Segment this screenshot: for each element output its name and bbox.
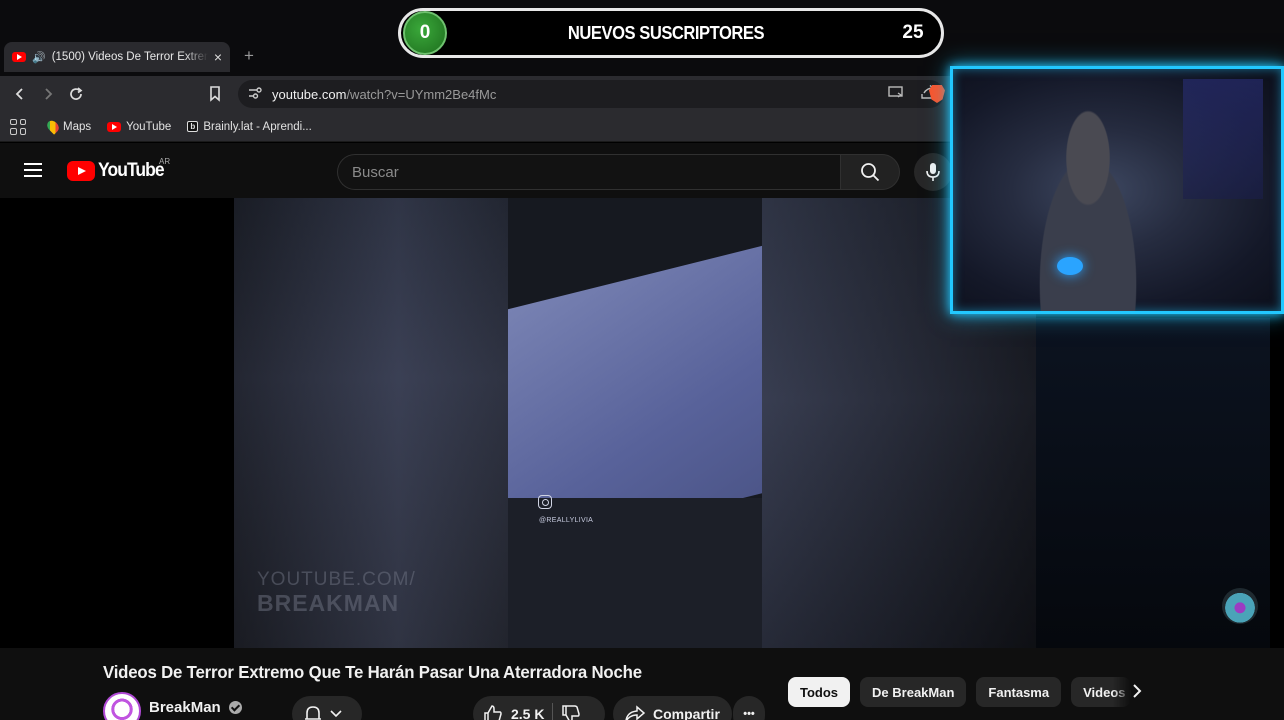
bookmark-brainly[interactable]: b Brainly.lat - Aprendi... <box>187 120 312 133</box>
url-host: youtube.com <box>272 86 347 102</box>
voice-search-button[interactable] <box>914 153 952 191</box>
search-input[interactable] <box>352 163 840 181</box>
brainly-icon: b <box>187 121 199 132</box>
more-actions-button[interactable]: ••• <box>733 696 765 720</box>
youtube-wordmark: YouTube <box>98 160 165 181</box>
video-details: Videos De Terror Extremo Que Te Harán Pa… <box>0 648 1284 720</box>
channel-branding-icon[interactable] <box>1222 588 1258 624</box>
url-path: /watch?v=UYmm2Be4fMc <box>346 86 497 102</box>
subscriber-goal-label: NUEVOS SUSCRIPTORES <box>567 22 765 43</box>
watermark-line2: BREAKMAN <box>257 589 400 616</box>
address-bar[interactable]: youtube.com/watch?v=UYmm2Be4fMc <box>238 80 944 108</box>
tab-title: (1500) Videos De Terror Extremo Que Te H… <box>51 51 208 63</box>
like-count[interactable]: 2.5 K <box>511 706 544 720</box>
maps-icon <box>44 118 62 135</box>
chip-fantasma[interactable]: Fantasma <box>976 677 1062 707</box>
audio-playing-icon[interactable]: 🔊 <box>32 51 46 64</box>
channel-avatar[interactable] <box>103 692 141 720</box>
microphone-icon <box>926 163 940 181</box>
thumbs-down-icon[interactable] <box>561 704 581 720</box>
youtube-favicon-icon <box>12 52 26 62</box>
like-dislike-group: 2.5 K <box>473 696 605 720</box>
search-box <box>337 154 840 190</box>
streamer-silhouette <box>1013 89 1163 311</box>
forward-arrow-icon[interactable] <box>37 83 59 105</box>
chip-todos[interactable]: Todos <box>788 677 851 707</box>
bookmark-maps[interactable]: Maps <box>44 118 92 135</box>
share-arrow-icon <box>625 705 645 720</box>
site-info-icon[interactable] <box>248 86 262 102</box>
youtube-logo[interactable]: YouTube AR <box>67 157 171 182</box>
search-button[interactable] <box>840 154 900 190</box>
tab-close-icon[interactable]: × <box>214 49 222 65</box>
video-frame <box>508 198 762 648</box>
more-dots-icon: ••• <box>743 708 755 720</box>
verified-badge-icon <box>228 700 242 714</box>
bookmark-youtube[interactable]: YouTube <box>107 121 171 133</box>
country-code: AR <box>159 157 171 166</box>
menu-icon[interactable] <box>24 163 42 177</box>
related-filter-chips: Todos De BreakMan Fantasma Videos re <box>788 677 1132 707</box>
channel-watermark-text: YOUTUBE.COM/ BREAKMAN <box>257 569 416 616</box>
chip-de-breakman[interactable]: De BreakMan <box>860 677 967 707</box>
instagram-handle: @REALLYLIVIA <box>539 517 594 524</box>
apps-grid-icon[interactable] <box>10 118 26 135</box>
video-title: Videos De Terror Extremo Que Te Harán Pa… <box>103 662 642 682</box>
bookmark-label: YouTube <box>126 120 172 133</box>
youtube-icon <box>107 121 122 132</box>
reload-icon[interactable] <box>65 83 87 105</box>
browser-tab-active[interactable]: 🔊 (1500) Videos De Terror Extremo Que Te… <box>4 42 230 72</box>
chevron-down-icon <box>330 710 342 718</box>
cast-icon[interactable] <box>888 85 904 102</box>
watermark-line1: YOUTUBE.COM/ <box>257 569 416 590</box>
subscriber-goal-target: 25 <box>902 22 924 43</box>
chip-videos[interactable]: Videos re <box>1071 677 1132 707</box>
notification-bell-button[interactable] <box>292 696 362 720</box>
channel-name[interactable]: BreakMan <box>149 699 221 716</box>
bell-icon <box>305 706 321 720</box>
new-tab-button[interactable]: + <box>244 46 254 66</box>
instagram-icon <box>538 495 552 509</box>
back-arrow-icon[interactable] <box>9 83 31 105</box>
search-icon <box>861 163 880 182</box>
chevron-right-icon[interactable] <box>1132 682 1142 705</box>
share-button[interactable]: Compartir <box>613 696 732 720</box>
subscriber-count-badge: 0 <box>403 11 447 55</box>
youtube-play-logo-icon <box>67 161 95 181</box>
bookmark-label: Brainly.lat - Aprendi... <box>203 120 312 133</box>
subscriber-goal-overlay: 0 NUEVOS SUSCRIPTORES 25 <box>398 8 944 58</box>
channel-owner: BreakMan <box>103 692 242 720</box>
thumbs-up-icon[interactable] <box>483 704 503 720</box>
bookmark-icon[interactable] <box>204 83 226 105</box>
bookmark-label: Maps <box>63 120 92 133</box>
controller-light <box>1057 257 1083 275</box>
share-label: Compartir <box>653 706 720 720</box>
webcam-overlay <box>950 66 1284 314</box>
like-divider <box>552 703 554 720</box>
